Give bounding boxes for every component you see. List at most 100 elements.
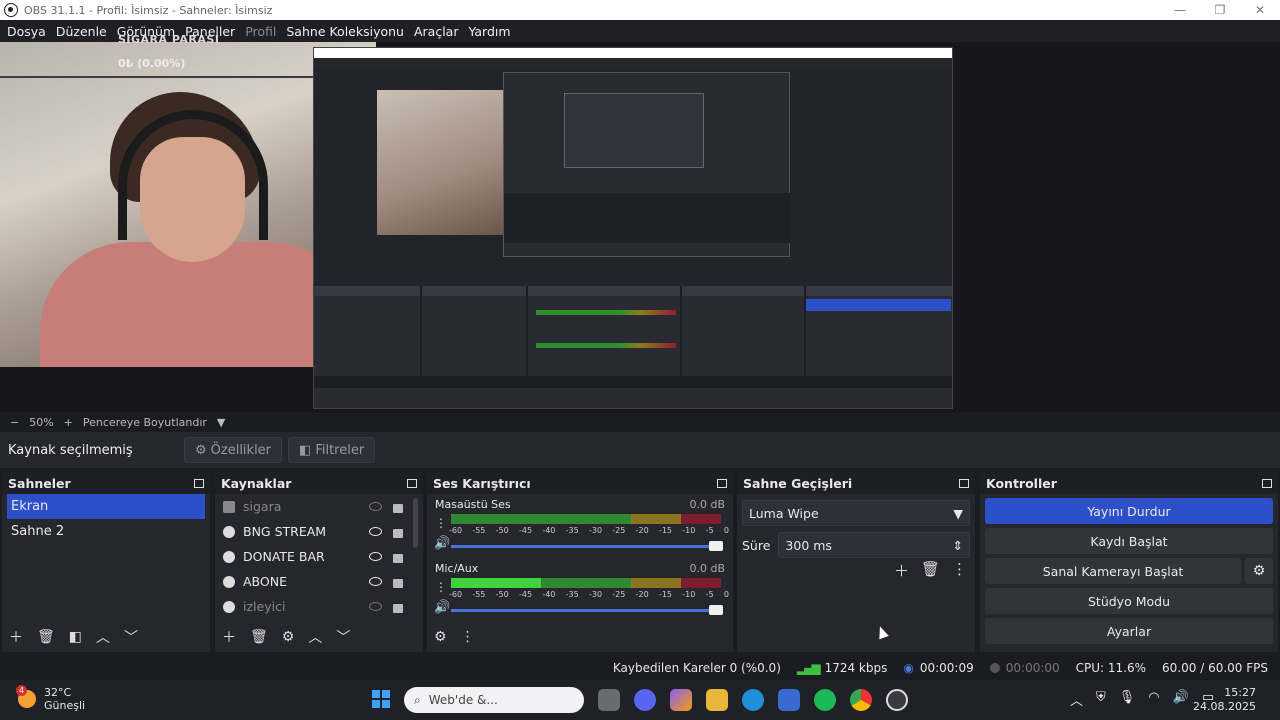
menu-scene-collection[interactable]: Sahne Koleksiyonu	[281, 24, 409, 39]
menu-help[interactable]: Yardım	[463, 24, 515, 39]
add-scene-icon[interactable]: ＋	[9, 627, 23, 647]
chevron-up-icon[interactable]: ︿	[96, 627, 110, 647]
fit-window-dropdown[interactable]: Pencereye Boyutlandır	[83, 416, 207, 429]
zoom-in-button[interactable]: +	[64, 416, 73, 429]
lock-icon[interactable]	[393, 604, 403, 613]
stream-timer: ◉ 00:00:09	[903, 661, 973, 675]
more-vertical-icon[interactable]: ⋮	[435, 516, 447, 530]
wifi-icon[interactable]: ◠	[1148, 690, 1159, 709]
properties-button[interactable]: ⚙ Özellikler	[184, 437, 283, 463]
audio-meter	[451, 514, 721, 524]
security-icon[interactable]: ⛨	[1096, 690, 1106, 709]
minimize-icon[interactable]: —	[1160, 0, 1200, 20]
duration-spinbox[interactable]: 300 ms ⇕	[778, 532, 970, 558]
file-explorer-icon[interactable]	[706, 689, 728, 711]
zoom-percent: 50%	[29, 415, 54, 429]
volume-slider[interactable]	[451, 605, 723, 615]
source-item-donate-bar[interactable]: DONATE BAR	[215, 544, 423, 569]
stop-stream-button[interactable]: Yayını Durdur	[985, 498, 1273, 524]
menu-file[interactable]: Dosya	[2, 24, 51, 39]
chevron-down-icon[interactable]: ﹀	[336, 627, 350, 647]
taskbar-search[interactable]: ⌕ Web'de &...	[404, 687, 584, 713]
undock-icon[interactable]	[717, 478, 727, 488]
lock-icon[interactable]	[393, 554, 403, 563]
undock-icon[interactable]	[1262, 478, 1272, 488]
spinner-arrows-icon[interactable]: ⇕	[953, 538, 963, 553]
status-bar: Kaybedilen Kareler 0 (%0.0) ▂▄▆ 1724 kbp…	[0, 656, 1280, 680]
discord-icon[interactable]	[634, 689, 656, 711]
lock-icon[interactable]	[393, 529, 403, 538]
scene-filters-icon[interactable]: ◧	[69, 629, 82, 645]
volume-slider[interactable]	[451, 541, 723, 551]
volume-handle[interactable]	[709, 605, 723, 615]
task-view-icon[interactable]	[598, 689, 620, 711]
undock-icon[interactable]	[407, 478, 417, 488]
source-label: sigara	[243, 499, 282, 514]
add-source-icon[interactable]: ＋	[222, 627, 236, 647]
trash-icon[interactable]: 🗑	[37, 629, 55, 645]
store-icon[interactable]	[778, 689, 800, 711]
zoom-out-button[interactable]: −	[10, 416, 19, 429]
transition-select[interactable]: Luma Wipe ▼	[742, 500, 970, 526]
more-vertical-icon[interactable]: ⋮	[435, 580, 447, 594]
start-virtual-camera-button[interactable]: Sanal Kamerayı Başlat	[985, 558, 1241, 584]
menu-edit[interactable]: Düzenle	[51, 24, 112, 39]
eye-hidden-icon[interactable]	[369, 502, 382, 511]
copilot-icon[interactable]	[670, 689, 692, 711]
spotify-icon[interactable]	[814, 689, 836, 711]
chevron-down-icon[interactable]: ﹀	[124, 627, 138, 647]
microphone-icon[interactable]: 🎙	[1119, 690, 1136, 709]
speaker-icon[interactable]: 🔊	[434, 536, 450, 551]
nested-inner-docks	[504, 193, 791, 243]
screen-capture-source[interactable]	[313, 47, 953, 409]
chevron-up-icon[interactable]: ︿	[1070, 690, 1083, 709]
maximize-icon[interactable]: ❐	[1200, 0, 1240, 20]
chrome-icon[interactable]	[850, 689, 872, 711]
eye-icon[interactable]	[369, 577, 382, 586]
trash-icon[interactable]: 🗑	[250, 629, 268, 645]
edge-icon[interactable]	[742, 689, 764, 711]
settings-button[interactable]: Ayarlar	[985, 618, 1273, 644]
speaker-icon[interactable]: 🔊	[434, 600, 450, 615]
scene-item-sahne-2[interactable]: Sahne 2	[7, 519, 205, 544]
eye-icon[interactable]	[369, 527, 382, 536]
source-item-abone[interactable]: ABONE	[215, 569, 423, 594]
obs-taskbar-icon[interactable]	[886, 689, 908, 711]
no-source-selected-label: Kaynak seçilmemiş	[8, 442, 133, 458]
sources-scrollbar[interactable]	[413, 498, 418, 548]
lock-icon[interactable]	[393, 579, 403, 588]
source-item-sigara[interactable]: sigara	[215, 494, 423, 519]
globe-icon	[223, 550, 235, 563]
start-recording-button[interactable]: Kaydı Başlat	[985, 528, 1273, 554]
taskbar-clock[interactable]: 15:27 24.08.2025	[1193, 686, 1256, 714]
gear-icon[interactable]: ⚙	[282, 629, 295, 645]
undock-icon[interactable]	[194, 478, 204, 488]
weather-widget[interactable]: 4 32°C Güneşli	[16, 685, 85, 712]
close-icon[interactable]: ✕	[1240, 0, 1280, 20]
menu-profile: Profil	[245, 23, 277, 39]
chevron-down-icon[interactable]: ▼	[217, 416, 225, 429]
scene-item-ekran[interactable]: Ekran	[7, 494, 205, 519]
advanced-audio-icon[interactable]: ⚙	[434, 629, 447, 645]
volume-handle[interactable]	[709, 541, 723, 551]
studio-mode-button[interactable]: Stüdyo Modu	[985, 588, 1273, 614]
menu-tools[interactable]: Araçlar	[409, 24, 464, 39]
chevron-up-icon[interactable]: ︿	[308, 627, 322, 647]
transitions-dock: Sahne Geçişleri Luma Wipe ▼ Süre 300 ms …	[737, 472, 975, 652]
undock-icon[interactable]	[959, 478, 969, 488]
source-item-bng-stream[interactable]: BNG STREAM	[215, 519, 423, 544]
eye-hidden-icon[interactable]	[369, 602, 382, 611]
eye-icon[interactable]	[369, 552, 382, 561]
record-time: 00:00:00	[1005, 661, 1060, 675]
filters-button[interactable]: ◧ Filtreler	[288, 437, 376, 463]
source-item-izleyici[interactable]: izleyici	[215, 594, 423, 619]
gear-icon[interactable]: ⚙	[1245, 558, 1273, 584]
lock-icon[interactable]	[393, 504, 403, 513]
globe-icon	[223, 525, 235, 538]
volume-icon[interactable]: 🔊	[1173, 690, 1189, 709]
more-vertical-icon[interactable]: ⋮	[461, 629, 475, 645]
trash-icon[interactable]: 🗑	[921, 560, 940, 581]
more-vertical-icon[interactable]: ⋮	[952, 560, 967, 581]
windows-start-icon[interactable]	[372, 690, 390, 708]
add-transition-icon[interactable]: ＋	[894, 560, 909, 581]
